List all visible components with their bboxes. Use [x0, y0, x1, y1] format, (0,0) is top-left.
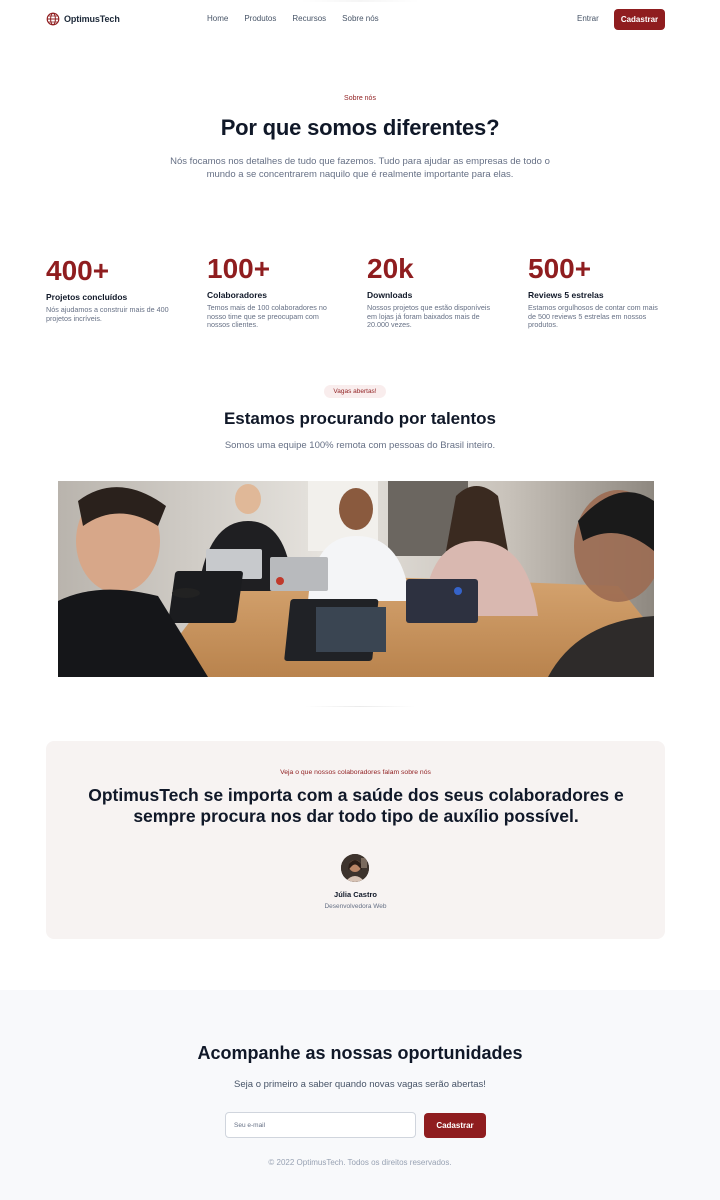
team-photo-illustration [58, 481, 654, 677]
testimonial-card: Veja o que nossos colaboradores falam so… [46, 741, 665, 939]
team-photo [58, 481, 654, 677]
testimonial-author-role: Desenvolvedora Web [324, 903, 387, 910]
avatar [341, 854, 369, 882]
stat-item: 500+ Reviews 5 estrelas Estamos orgulhos… [528, 254, 663, 330]
stat-label: Colaboradores [207, 290, 267, 300]
main-menu: Home Produtos Recursos Sobre nós [207, 14, 379, 23]
newsletter-subtitle: Seja o primeiro a saber quando novas vag… [234, 1079, 486, 1090]
email-field[interactable] [225, 1112, 416, 1138]
stat-value: 20k [367, 253, 414, 284]
brand-name: OptimusTech [64, 14, 120, 24]
stat-item: 400+ Projetos concluídos Nós ajudamos a … [46, 256, 181, 323]
newsletter-signup-button[interactable]: Cadastrar [424, 1113, 486, 1138]
login-link[interactable]: Entrar [577, 14, 599, 23]
about-description: Nós focamos nos detalhes de tudo que faz… [170, 156, 550, 180]
stat-item: 100+ Colaboradores Temos mais de 100 col… [207, 254, 342, 330]
jobs-subtitle: Somos uma equipe 100% remota com pessoas… [224, 440, 496, 451]
stat-description: Nós ajudamos a construir mais de 400 pro… [46, 305, 169, 323]
stat-label: Projetos concluídos [46, 292, 128, 302]
signup-button[interactable]: Cadastrar [614, 9, 665, 30]
testimonial-eyebrow: Veja o que nossos colaboradores falam so… [280, 769, 431, 776]
nav-link-recursos[interactable]: Recursos [292, 14, 326, 23]
stat-item: 20k Downloads Nossos projetos que estão … [367, 254, 502, 330]
jobs-title: Estamos procurando por talentos [223, 409, 497, 428]
nav-link-home[interactable]: Home [207, 14, 228, 23]
copyright-text: © 2022 OptimusTech. Todos os direitos re… [268, 1158, 452, 1167]
newsletter-footer: Acompanhe as nossas oportunidades Seja o… [0, 990, 720, 1200]
testimonial-quote: OptimusTech se importa com a saúde dos s… [88, 785, 624, 826]
newsletter-title: Acompanhe as nossas oportunidades [197, 1043, 523, 1063]
testimonial-author-name: Júlia Castro [334, 890, 377, 899]
top-navbar: OptimusTech Home Produtos Recursos Sobre… [0, 0, 720, 40]
about-eyebrow: Sobre nós [344, 95, 376, 102]
stat-value: 100+ [207, 253, 271, 284]
stat-description: Estamos orgulhosos de contar com mais de… [528, 303, 658, 329]
nav-link-sobre[interactable]: Sobre nós [342, 14, 378, 23]
section-divider [305, 706, 415, 707]
stat-value: 400+ [46, 255, 110, 286]
avatar-photo [341, 854, 369, 882]
stat-description: Nossos projetos que estão disponíveis em… [367, 303, 491, 329]
jobs-badge: Vagas abertas! [324, 385, 386, 398]
stat-label: Downloads [367, 290, 413, 300]
about-title: Por que somos diferentes? [220, 115, 500, 140]
navbar-shadow [300, 0, 420, 2]
stat-value: 500+ [528, 253, 592, 284]
stat-description: Temos mais de 100 colaboradores no nosso… [207, 303, 327, 329]
stat-label: Reviews 5 estrelas [528, 290, 604, 300]
brand-logo[interactable]: OptimusTech [46, 12, 120, 26]
nav-link-produtos[interactable]: Produtos [244, 14, 276, 23]
globe-icon [46, 12, 60, 26]
